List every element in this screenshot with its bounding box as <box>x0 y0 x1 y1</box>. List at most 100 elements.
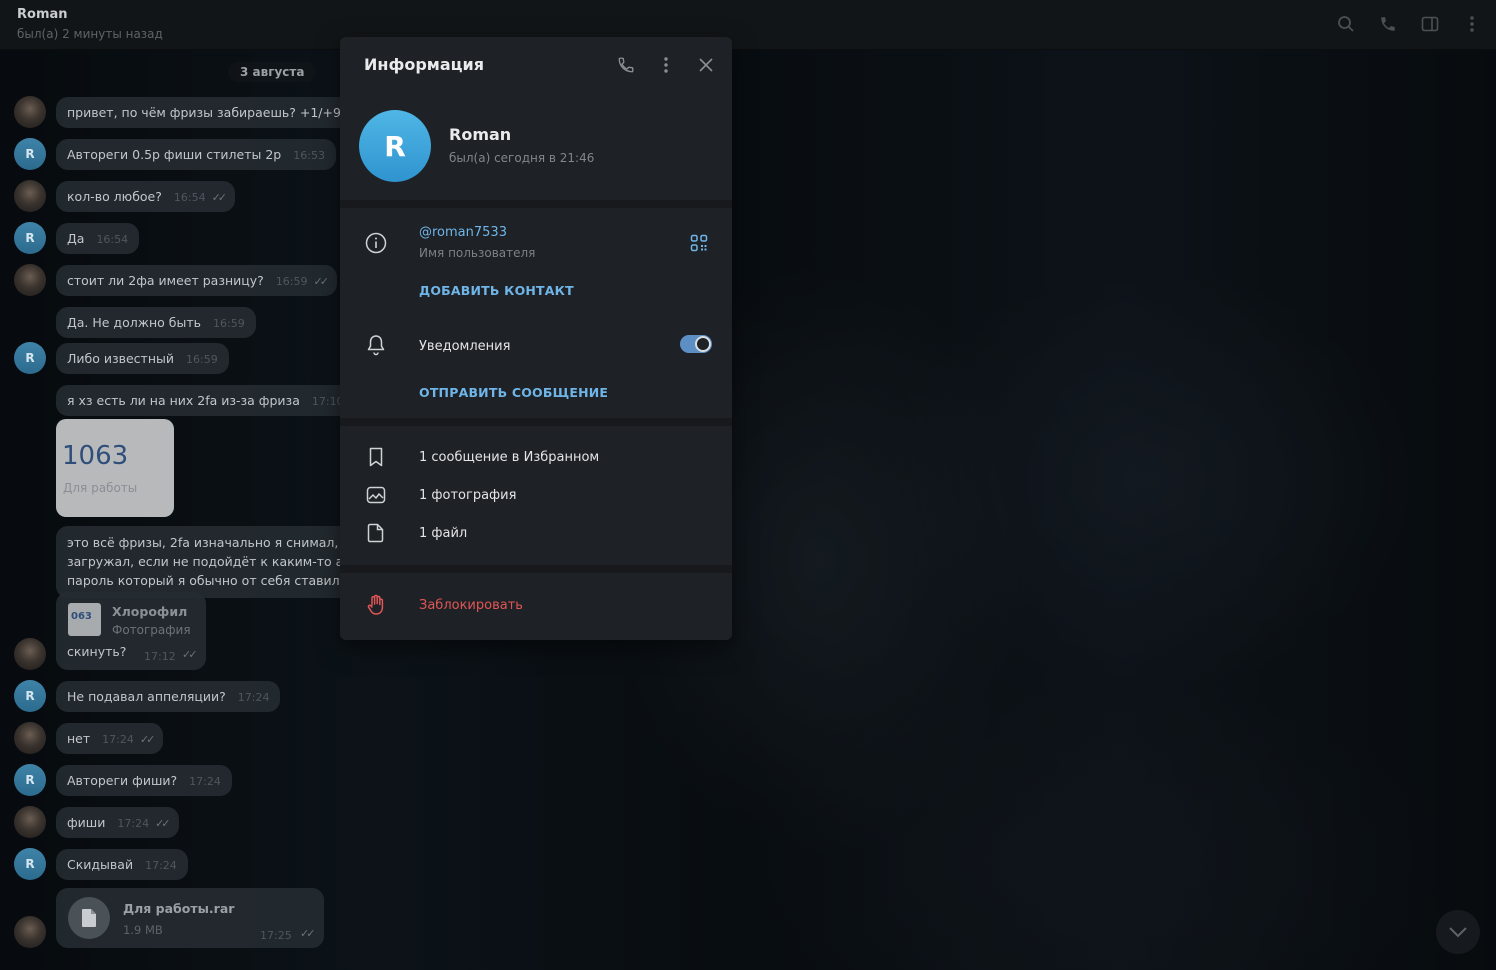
read-ticks-icon: ✓✓ <box>211 191 228 204</box>
message-bubble[interactable]: Либо известный 16:59 <box>56 343 229 374</box>
message-row: фиши 17:24 ✓✓ <box>14 806 179 838</box>
block-hand-icon <box>364 593 388 617</box>
file-size: 1.9 MB <box>123 923 163 937</box>
message-row: R Либо известный 16:59 <box>14 342 229 374</box>
read-ticks-icon: ✓✓ <box>313 275 330 288</box>
message-row: R Не подавал аппеляции? 17:24 <box>14 680 281 712</box>
file-icon <box>364 521 388 545</box>
chevron-down-icon <box>1449 927 1467 938</box>
message-bubble[interactable]: Не подавал аппеляции? 17:24 <box>56 681 281 712</box>
avatar[interactable]: R <box>14 764 46 796</box>
send-message-button[interactable]: ОТПРАВИТЬ СООБЩЕНИЕ <box>419 385 608 400</box>
message-time: 17:25 <box>260 929 292 942</box>
avatar[interactable] <box>14 722 46 754</box>
message-time: 16:59 <box>275 275 308 288</box>
user-info-panel: Информация R Roman был(а) сегодня в 21:4… <box>340 37 732 640</box>
message-bubble[interactable]: Да. Не должно быть 16:59 <box>56 307 256 338</box>
message-bubble[interactable]: привет, по чём фризы забираешь? +1/+91/+ <box>56 97 375 128</box>
avatar[interactable] <box>14 96 46 128</box>
read-ticks-icon: ✓✓ <box>300 927 316 940</box>
message-time: 17:12 <box>144 650 176 663</box>
message-row: R Автореги фиши? 17:24 <box>14 764 232 796</box>
message-row: я хз есть ли на них 2fa из-за фриза 17:10 <box>14 384 355 416</box>
message-bubble[interactable]: фиши 17:24 ✓✓ <box>56 807 179 838</box>
contact-name: Roman <box>449 125 512 144</box>
message-bubble[interactable]: я хз есть ли на них 2fa из-за фриза 17:10 <box>56 385 355 416</box>
avatar[interactable]: R <box>14 222 46 254</box>
reply-message[interactable]: 063 Хлорофил Фотография скинуть? 17:12 ✓… <box>56 592 206 670</box>
message-time: 16:53 <box>293 149 325 162</box>
message-bubble[interactable]: Да 16:54 <box>56 223 140 254</box>
phone-icon[interactable] <box>616 55 636 75</box>
contact-status: был(а) сегодня в 21:46 <box>449 151 595 165</box>
file-name: Для работы.rar <box>123 901 235 916</box>
block-user-button[interactable]: Заблокировать <box>419 598 523 613</box>
profile-avatar[interactable]: R <box>359 110 431 182</box>
notifications-toggle[interactable] <box>680 335 712 353</box>
message-row: R Да 16:54 <box>14 222 140 254</box>
avatar[interactable]: R <box>14 848 46 880</box>
add-contact-button[interactable]: ДОБАВИТЬ КОНТАКТ <box>419 283 574 298</box>
divider <box>340 418 732 426</box>
divider <box>340 200 732 208</box>
reply-thumbnail: 063 <box>68 603 101 636</box>
search-icon[interactable] <box>1336 14 1356 34</box>
message-time: 16:59 <box>213 317 245 330</box>
avatar[interactable] <box>14 180 46 212</box>
message-bubble[interactable]: стоит ли 2фа имеет разницу? 16:59 ✓✓ <box>56 265 337 296</box>
more-vertical-icon[interactable] <box>1462 14 1482 34</box>
message-bubble[interactable]: Автореги 0.5р фиши стилеты 2р 16:53 <box>56 139 336 170</box>
image-message[interactable]: 1063 Для работы <box>56 419 174 517</box>
avatar[interactable] <box>14 638 46 670</box>
message-time: 17:24 <box>117 817 150 830</box>
read-ticks-icon: ✓✓ <box>155 817 171 830</box>
message-time: 17:24 <box>145 859 177 872</box>
info-icon <box>364 231 388 255</box>
date-separator: 3 августа <box>228 62 317 82</box>
avatar[interactable]: R <box>14 680 46 712</box>
message-time: 17:10 <box>311 395 344 408</box>
message-bubble[interactable]: это всё фризы, 2fa изначально я снимал, … <box>56 526 378 598</box>
message-text: скинуть? <box>67 644 127 659</box>
message-time: 16:59 <box>186 353 218 366</box>
avatar-placeholder <box>14 384 46 416</box>
message-row: это всё фризы, 2fa изначально я снимал, … <box>14 526 378 598</box>
avatar[interactable] <box>14 806 46 838</box>
sidebar-toggle-icon[interactable] <box>1420 14 1440 34</box>
message-time: 16:54 <box>96 233 129 246</box>
bell-icon <box>364 333 388 357</box>
chat-title[interactable]: Roman <box>17 7 68 22</box>
read-ticks-icon: ✓✓ <box>139 733 156 746</box>
image-caption: Для работы <box>63 481 138 495</box>
file-icon[interactable] <box>68 897 110 939</box>
message-bubble[interactable]: нет 17:24 ✓✓ <box>56 723 164 754</box>
photos-item[interactable]: 1 фотография <box>419 488 516 503</box>
files-item[interactable]: 1 файл <box>419 526 467 541</box>
reply-subtitle: Фотография <box>112 623 191 637</box>
username-link[interactable]: @roman7533 <box>419 225 507 240</box>
message-time: 17:24 <box>102 733 134 746</box>
bookmark-icon <box>364 445 388 469</box>
message-bubble[interactable]: кол-во любое? 16:54 ✓✓ <box>56 181 236 212</box>
username-label: Имя пользователя <box>419 246 536 260</box>
close-icon[interactable] <box>696 55 716 75</box>
file-message[interactable]: Для работы.rar 1.9 MB 17:25 ✓✓ <box>56 888 324 948</box>
message-bubble[interactable]: Скидывай 17:24 <box>56 849 188 880</box>
avatar[interactable]: R <box>14 138 46 170</box>
scroll-down-button[interactable] <box>1436 910 1480 954</box>
avatar[interactable] <box>14 264 46 296</box>
message-bubble[interactable]: Автореги фиши? 17:24 <box>56 765 232 796</box>
photo-icon <box>364 483 388 507</box>
more-vertical-icon[interactable] <box>656 55 676 75</box>
notifications-label: Уведомления <box>419 339 511 354</box>
phone-icon[interactable] <box>1378 14 1398 34</box>
avatar[interactable]: R <box>14 342 46 374</box>
message-row: стоит ли 2фа имеет разницу? 16:59 ✓✓ <box>14 264 337 296</box>
message-time: 17:24 <box>189 775 221 788</box>
message-row: Да. Не должно быть 16:59 <box>14 306 256 338</box>
saved-messages-item[interactable]: 1 сообщение в Избранном <box>419 450 599 465</box>
qr-code-icon[interactable] <box>690 234 710 254</box>
avatar-placeholder <box>14 566 46 598</box>
divider <box>340 565 732 573</box>
avatar[interactable] <box>14 916 46 948</box>
